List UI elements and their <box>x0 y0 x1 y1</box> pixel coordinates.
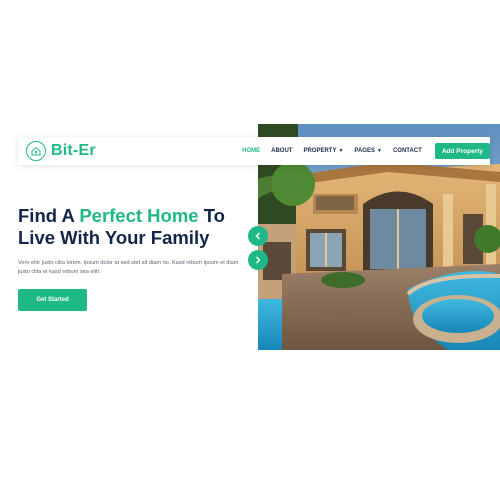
nav-item-label: ABOUT <box>271 148 293 154</box>
navbar: Bit-Er HOME ABOUT PROPERTY ▼ PAGES ▼ CON… <box>18 137 490 165</box>
nav-item-label: HOME <box>242 148 261 154</box>
brand[interactable]: Bit-Er <box>18 137 236 165</box>
chevron-left-icon <box>255 232 260 240</box>
nav-menu: HOME ABOUT PROPERTY ▼ PAGES ▼ CONTACT Ad… <box>236 137 490 165</box>
headline-line2: Live With Your Family <box>18 227 210 248</box>
nav-item-home[interactable]: HOME <box>242 148 260 154</box>
headline-part2: To <box>198 205 225 226</box>
nav-item-contact[interactable]: CONTACT <box>393 148 422 154</box>
slider-next-button[interactable] <box>248 250 268 270</box>
nav-item-about[interactable]: ABOUT <box>271 148 292 154</box>
hero-subtext: Vero elitr justo clita lorem. Ipsum dolo… <box>18 260 239 275</box>
add-property-button[interactable]: Add Property <box>434 143 490 159</box>
house-leaf-icon <box>26 141 46 161</box>
chevron-down-icon: ▼ <box>338 148 344 154</box>
nav-item-pages[interactable]: PAGES ▼ <box>354 148 382 154</box>
headline-highlight: Perfect Home <box>79 205 199 226</box>
nav-item-property[interactable]: PROPERTY ▼ <box>303 148 343 154</box>
chevron-down-icon: ▼ <box>376 148 382 154</box>
brand-name: Bit-Er <box>51 142 96 159</box>
headline-part1: Find A <box>18 205 80 226</box>
chevron-right-icon <box>256 256 261 264</box>
nav-item-label: CONTACT <box>392 148 422 154</box>
hero-headline: Find A Perfect Home To Live With Your Fa… <box>18 205 258 249</box>
nav-item-label: PAGES <box>354 148 375 154</box>
nav-item-label: PROPERTY <box>303 148 337 154</box>
slider-prev-button[interactable] <box>248 226 268 246</box>
get-started-button[interactable]: Get Started <box>18 289 87 311</box>
